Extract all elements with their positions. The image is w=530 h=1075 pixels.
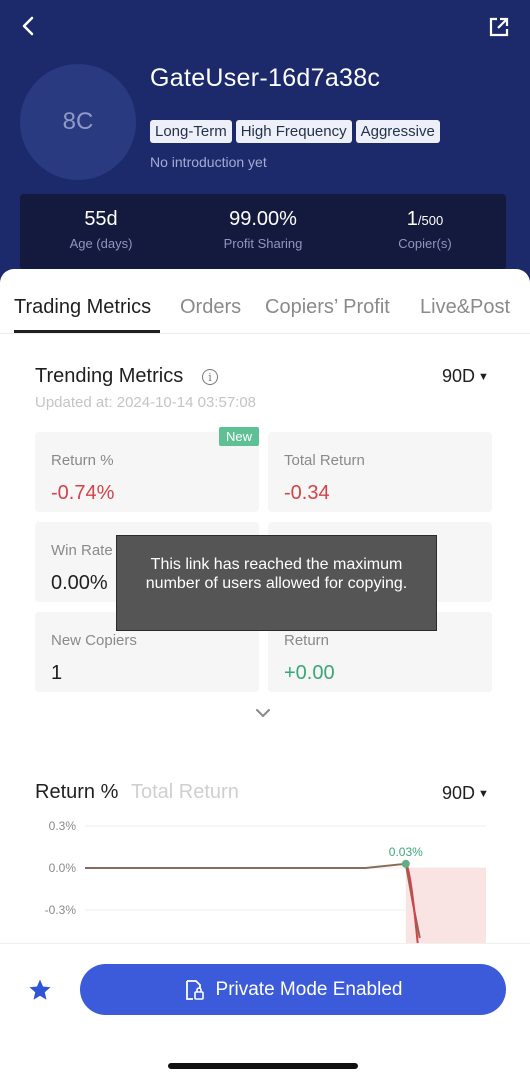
private-mode-label: Private Mode Enabled xyxy=(215,978,403,1000)
username: GateUser-16d7a38c xyxy=(150,64,381,92)
stats-bar: 55d Age (days) 99.00% Profit Sharing 1/5… xyxy=(20,194,506,270)
return-series-line xyxy=(85,862,421,939)
metrics-period-value: 90D xyxy=(442,366,476,386)
return-chart: 0.3% 0.0% -0.3% 0.03% xyxy=(45,819,486,944)
tab-orders[interactable]: Orders xyxy=(180,296,241,319)
stat-profit-sharing: 99.00% Profit Sharing xyxy=(182,194,344,270)
bottom-action-bar: Private Mode Enabled xyxy=(0,943,530,1075)
tag-long-term: Long-Term xyxy=(150,120,232,143)
introduction-text: No introduction yet xyxy=(150,154,267,170)
avatar: 8C xyxy=(20,64,136,180)
tab-return-pct[interactable]: Return % xyxy=(35,781,118,804)
stat-copiers-label: Copier(s) xyxy=(398,236,452,251)
tag-aggressive: Aggressive xyxy=(355,120,440,143)
metric-card-total-return: Total Return -0.34 xyxy=(268,432,492,512)
stat-age-value: 55d xyxy=(84,208,118,230)
metric-label: Total Return xyxy=(284,452,365,469)
back-arrow-icon[interactable] xyxy=(18,14,40,38)
metric-value: +0.00 xyxy=(284,662,335,684)
y-tick-label: 0.0% xyxy=(49,861,77,875)
y-tick-label: 0.3% xyxy=(49,819,77,833)
chart-period-value: 90D xyxy=(442,783,476,803)
caret-down-icon: ▼ xyxy=(478,371,489,383)
stat-copiers: 1/500 Copier(s) xyxy=(344,194,506,270)
tab-live-post[interactable]: Live&Post xyxy=(420,296,510,319)
share-icon[interactable] xyxy=(488,16,510,38)
profile-header: 8C GateUser-16d7a38c Long-Term High Freq… xyxy=(0,0,530,290)
avatar-initials: 8C xyxy=(62,108,94,135)
metric-value: -0.34 xyxy=(284,482,330,504)
stat-profit-sharing-value: 99.00% xyxy=(229,208,297,230)
metric-label: Win Rate xyxy=(51,542,113,559)
trending-metrics-title: Trending Metrics xyxy=(35,365,184,387)
metric-value: 0.00% xyxy=(51,572,108,594)
tag-list: Long-Term High Frequency Aggressive xyxy=(150,120,440,143)
y-tick-label: -0.3% xyxy=(45,903,77,917)
home-indicator xyxy=(168,1063,358,1069)
stat-age-label: Age (days) xyxy=(69,236,133,251)
star-icon[interactable] xyxy=(28,978,52,1002)
peak-label: 0.03% xyxy=(389,845,423,859)
peak-point xyxy=(401,859,410,868)
tag-high-frequency: High Frequency xyxy=(235,120,352,143)
active-tab-indicator xyxy=(14,330,160,333)
stat-age: 55d Age (days) xyxy=(20,194,182,270)
caret-down-icon: ▼ xyxy=(478,788,489,800)
metrics-period-select[interactable]: 90D ▼ xyxy=(442,366,489,387)
metric-value: -0.74% xyxy=(51,482,115,504)
expand-chevron-icon[interactable] xyxy=(255,707,271,719)
info-icon[interactable]: i xyxy=(202,369,218,385)
updated-timestamp: Updated at: 2024-10-14 03:57:08 xyxy=(35,394,257,411)
new-badge: New xyxy=(219,427,260,446)
lock-document-icon xyxy=(185,979,204,1000)
tab-total-return[interactable]: Total Return xyxy=(131,781,239,804)
metric-value: 1 xyxy=(51,662,63,684)
stat-copiers-value: 1/500 xyxy=(406,208,444,230)
tab-trading-metrics[interactable]: Trading Metrics xyxy=(14,296,151,319)
private-mode-button[interactable]: Private Mode Enabled xyxy=(80,964,506,1015)
max-users-toast: This link has reached the maximum number… xyxy=(116,535,437,631)
metric-label: New Copiers xyxy=(51,632,137,649)
chart-period-select[interactable]: 90D ▼ xyxy=(442,783,489,804)
metric-label: Return xyxy=(284,632,330,649)
tab-copiers-profit[interactable]: Copiers’ Profit xyxy=(265,296,390,319)
tab-bar: Trading Metrics Orders Copiers’ Profit L… xyxy=(0,269,530,334)
metric-label: Return % xyxy=(51,452,114,469)
stat-profit-sharing-label: Profit Sharing xyxy=(223,236,303,251)
